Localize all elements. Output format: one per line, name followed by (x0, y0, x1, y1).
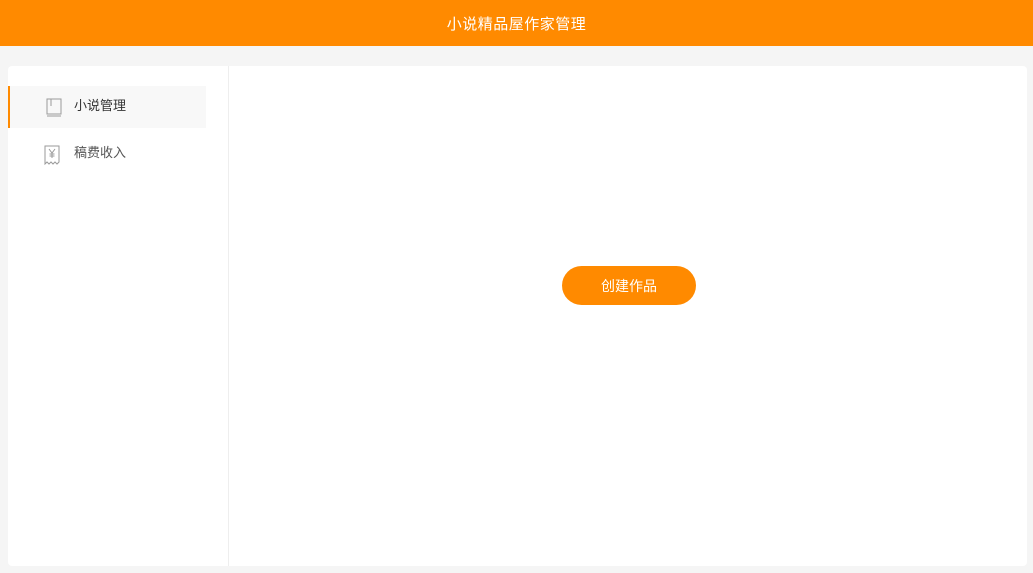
sidebar-item-novel-management[interactable]: 小说管理 (8, 86, 206, 128)
main-content: 创建作品 (229, 66, 1027, 566)
sidebar-item-royalty-income[interactable]: 稿费收入 (8, 133, 206, 175)
create-work-button[interactable]: 创建作品 (562, 266, 696, 305)
app-title: 小说精品屋作家管理 (446, 14, 587, 33)
sidebar-item-label: 小说管理 (74, 99, 127, 114)
book-icon (45, 98, 63, 118)
top-header-bar: 小说精品屋作家管理 (0, 0, 1033, 46)
sidebar-item-label: 稿费收入 (74, 146, 127, 161)
receipt-yen-icon (43, 145, 61, 166)
sidebar: 小说管理 稿费收入 (8, 66, 229, 566)
content-panel: 小说管理 稿费收入 创建作品 (8, 66, 1027, 566)
